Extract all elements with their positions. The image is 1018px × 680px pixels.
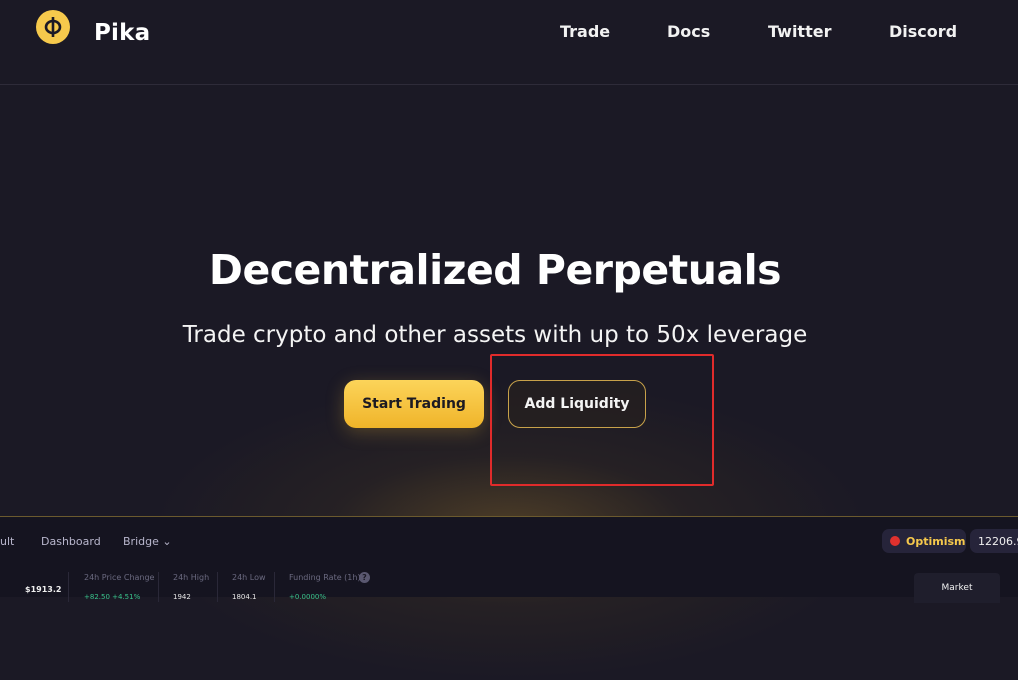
app-preview-screenshot: ult Dashboard Bridge ⌄ Optimism 12206.9 …	[0, 516, 1018, 603]
nav-trade[interactable]: Trade	[560, 22, 610, 41]
network-selector[interactable]: Optimism	[882, 529, 966, 553]
preview-nav-bridge[interactable]: Bridge ⌄	[123, 535, 172, 548]
asset-price: $1913.2	[25, 585, 62, 594]
market-tab[interactable]: Market	[914, 573, 1000, 603]
stat-label: 24h High	[173, 573, 210, 582]
help-icon[interactable]: ?	[359, 572, 370, 583]
divider	[68, 572, 69, 602]
stat-value: +0.0000%	[289, 593, 327, 601]
divider	[217, 572, 218, 602]
balance-display: 12206.9	[970, 529, 1018, 553]
stat-value: +82.50 +4.51%	[84, 593, 141, 601]
highlight-annotation-box	[490, 354, 714, 486]
divider	[158, 572, 159, 602]
hero-title: Decentralized Perpetuals	[208, 246, 782, 294]
pika-logo-icon[interactable]	[36, 10, 70, 44]
nav-discord[interactable]: Discord	[889, 22, 957, 41]
stat-value: 1804.1	[232, 593, 257, 601]
stat-label: 24h Low	[232, 573, 266, 582]
preview-nav-dashboard[interactable]: Dashboard	[41, 535, 101, 548]
start-trading-button[interactable]: Start Trading	[344, 380, 484, 428]
optimism-icon	[890, 536, 900, 546]
stat-label: 24h Price Change	[84, 573, 155, 582]
nav-docs[interactable]: Docs	[667, 22, 710, 41]
brand-name[interactable]: Pika	[94, 20, 150, 46]
preview-nav-vault[interactable]: ult	[0, 535, 14, 548]
stat-value: 1942	[173, 593, 191, 601]
top-header: Pika Trade Docs Twitter Discord	[0, 0, 1018, 85]
stat-label: Funding Rate (1h)	[289, 573, 361, 582]
network-label: Optimism	[906, 534, 966, 548]
divider	[274, 572, 275, 602]
nav-twitter[interactable]: Twitter	[768, 22, 831, 41]
hero-subtitle: Trade crypto and other assets with up to…	[182, 322, 808, 348]
